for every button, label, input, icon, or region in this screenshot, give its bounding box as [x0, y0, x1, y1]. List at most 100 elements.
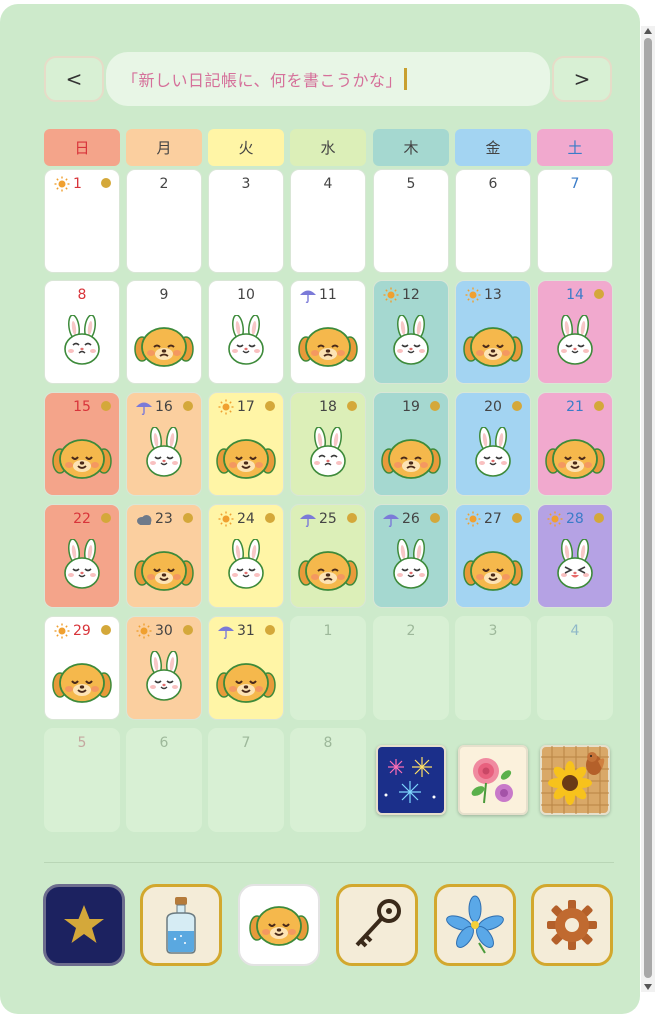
diary-prompt-field[interactable]: 「新しい日記帳に、何を書こうかな」: [106, 52, 550, 106]
scroll-down-icon[interactable]: [644, 984, 652, 990]
day-cell[interactable]: 24: [208, 504, 284, 608]
bunny-happy-icon: [470, 426, 516, 485]
day-cell[interactable]: 2: [126, 169, 202, 273]
day-cell[interactable]: 8: [44, 280, 120, 384]
dog-face-button[interactable]: [238, 884, 320, 966]
umbrella-icon: [217, 623, 235, 639]
day-cell[interactable]: 9: [126, 280, 202, 384]
key-icon: [347, 895, 407, 955]
day-cell[interactable]: 26: [373, 504, 449, 608]
dog-happy-icon: [216, 435, 276, 485]
day-cell[interactable]: 15: [44, 392, 120, 496]
fireworks-sticker[interactable]: [376, 745, 446, 815]
sun-icon: [464, 511, 482, 527]
key-button[interactable]: [336, 884, 418, 966]
dog-happy-icon: [463, 323, 523, 373]
day-cell[interactable]: 22: [44, 504, 120, 608]
entry-dot: [183, 513, 193, 523]
day-number: 7: [570, 176, 580, 192]
entry-dot: [101, 401, 111, 411]
day-number: 3: [241, 176, 251, 192]
day-cell[interactable]: 1: [290, 616, 366, 720]
divider: [44, 862, 614, 863]
gear-icon: [545, 898, 599, 952]
gear-button[interactable]: [531, 884, 613, 966]
day-cell[interactable]: 17: [208, 392, 284, 496]
weekday-header: 木: [373, 129, 449, 166]
sunflower-squirrel-sticker[interactable]: [540, 745, 610, 815]
day-number: 13: [484, 287, 502, 303]
day-cell[interactable]: 7: [537, 169, 613, 273]
day-cell[interactable]: 6: [126, 728, 202, 832]
day-cell[interactable]: 4: [290, 169, 366, 273]
day-number: 4: [323, 176, 333, 192]
day-cell[interactable]: 10: [208, 280, 284, 384]
dog-sad-icon: [381, 435, 441, 485]
entry-dot: [347, 401, 357, 411]
day-cell[interactable]: 16: [126, 392, 202, 496]
umbrella-icon: [135, 399, 153, 415]
day-cell[interactable]: 11: [290, 280, 366, 384]
day-number: 16: [155, 399, 173, 415]
day-number: 6: [159, 735, 169, 751]
umbrella-icon: [299, 287, 317, 303]
day-number: 8: [77, 287, 87, 303]
day-cell[interactable]: 6: [455, 169, 531, 273]
dog-face-icon: [249, 902, 309, 948]
scrollbar[interactable]: [641, 26, 655, 992]
next-month-button[interactable]: >: [552, 56, 612, 102]
entry-dot: [183, 401, 193, 411]
day-number: 9: [159, 287, 169, 303]
day-number: 27: [484, 511, 502, 527]
star-button[interactable]: [43, 884, 125, 966]
day-cell[interactable]: 31: [208, 616, 284, 720]
day-cell[interactable]: 14: [537, 280, 613, 384]
bottle-button[interactable]: [140, 884, 222, 966]
day-cell[interactable]: 27: [455, 504, 531, 608]
day-number: 1: [73, 176, 82, 192]
day-cell[interactable]: 18: [290, 392, 366, 496]
entry-dot: [183, 625, 193, 635]
day-cell[interactable]: 3: [455, 616, 531, 720]
bottle-icon: [153, 893, 209, 957]
day-cell[interactable]: 13: [455, 280, 531, 384]
day-cell[interactable]: 2: [373, 616, 449, 720]
roses-sticker[interactable]: [458, 745, 528, 815]
diary-prompt-text: 「新しい日記帳に、何を書こうかな」: [122, 71, 403, 90]
day-cell[interactable]: 21: [537, 392, 613, 496]
day-cell[interactable]: 5: [373, 169, 449, 273]
day-cell[interactable]: 30: [126, 616, 202, 720]
day-cell[interactable]: 5: [44, 728, 120, 832]
entry-dot: [594, 513, 604, 523]
entry-dot: [265, 513, 275, 523]
star-icon: [60, 901, 108, 949]
day-cell[interactable]: 23: [126, 504, 202, 608]
sun-icon: [546, 511, 564, 527]
day-cell[interactable]: 1: [44, 169, 120, 273]
entry-dot: [265, 625, 275, 635]
day-cell[interactable]: 28: [537, 504, 613, 608]
day-cell[interactable]: 8: [290, 728, 366, 832]
scroll-up-icon[interactable]: [644, 28, 652, 34]
day-cell[interactable]: 29: [44, 616, 120, 720]
day-cell[interactable]: 7: [208, 728, 284, 832]
weekday-header: 金: [455, 129, 531, 166]
day-cell[interactable]: 19: [373, 392, 449, 496]
lily-flower-button[interactable]: [434, 884, 516, 966]
day-cell[interactable]: 12: [373, 280, 449, 384]
bunny-happy-icon: [223, 538, 269, 597]
bunny-happy-icon: [388, 538, 434, 597]
day-cell[interactable]: 4: [537, 616, 613, 720]
day-number: 2: [406, 623, 416, 639]
dog-happy-icon: [463, 547, 523, 597]
day-cell[interactable]: 20: [455, 392, 531, 496]
entry-dot: [430, 513, 440, 523]
entry-dot: [265, 401, 275, 411]
prev-month-button[interactable]: <: [44, 56, 104, 102]
day-cell[interactable]: 25: [290, 504, 366, 608]
day-number: 5: [77, 735, 87, 751]
day-cell[interactable]: 3: [208, 169, 284, 273]
dog-sad-icon: [298, 323, 358, 373]
scroll-thumb[interactable]: [644, 38, 652, 978]
bunny-happy-icon: [223, 314, 269, 373]
